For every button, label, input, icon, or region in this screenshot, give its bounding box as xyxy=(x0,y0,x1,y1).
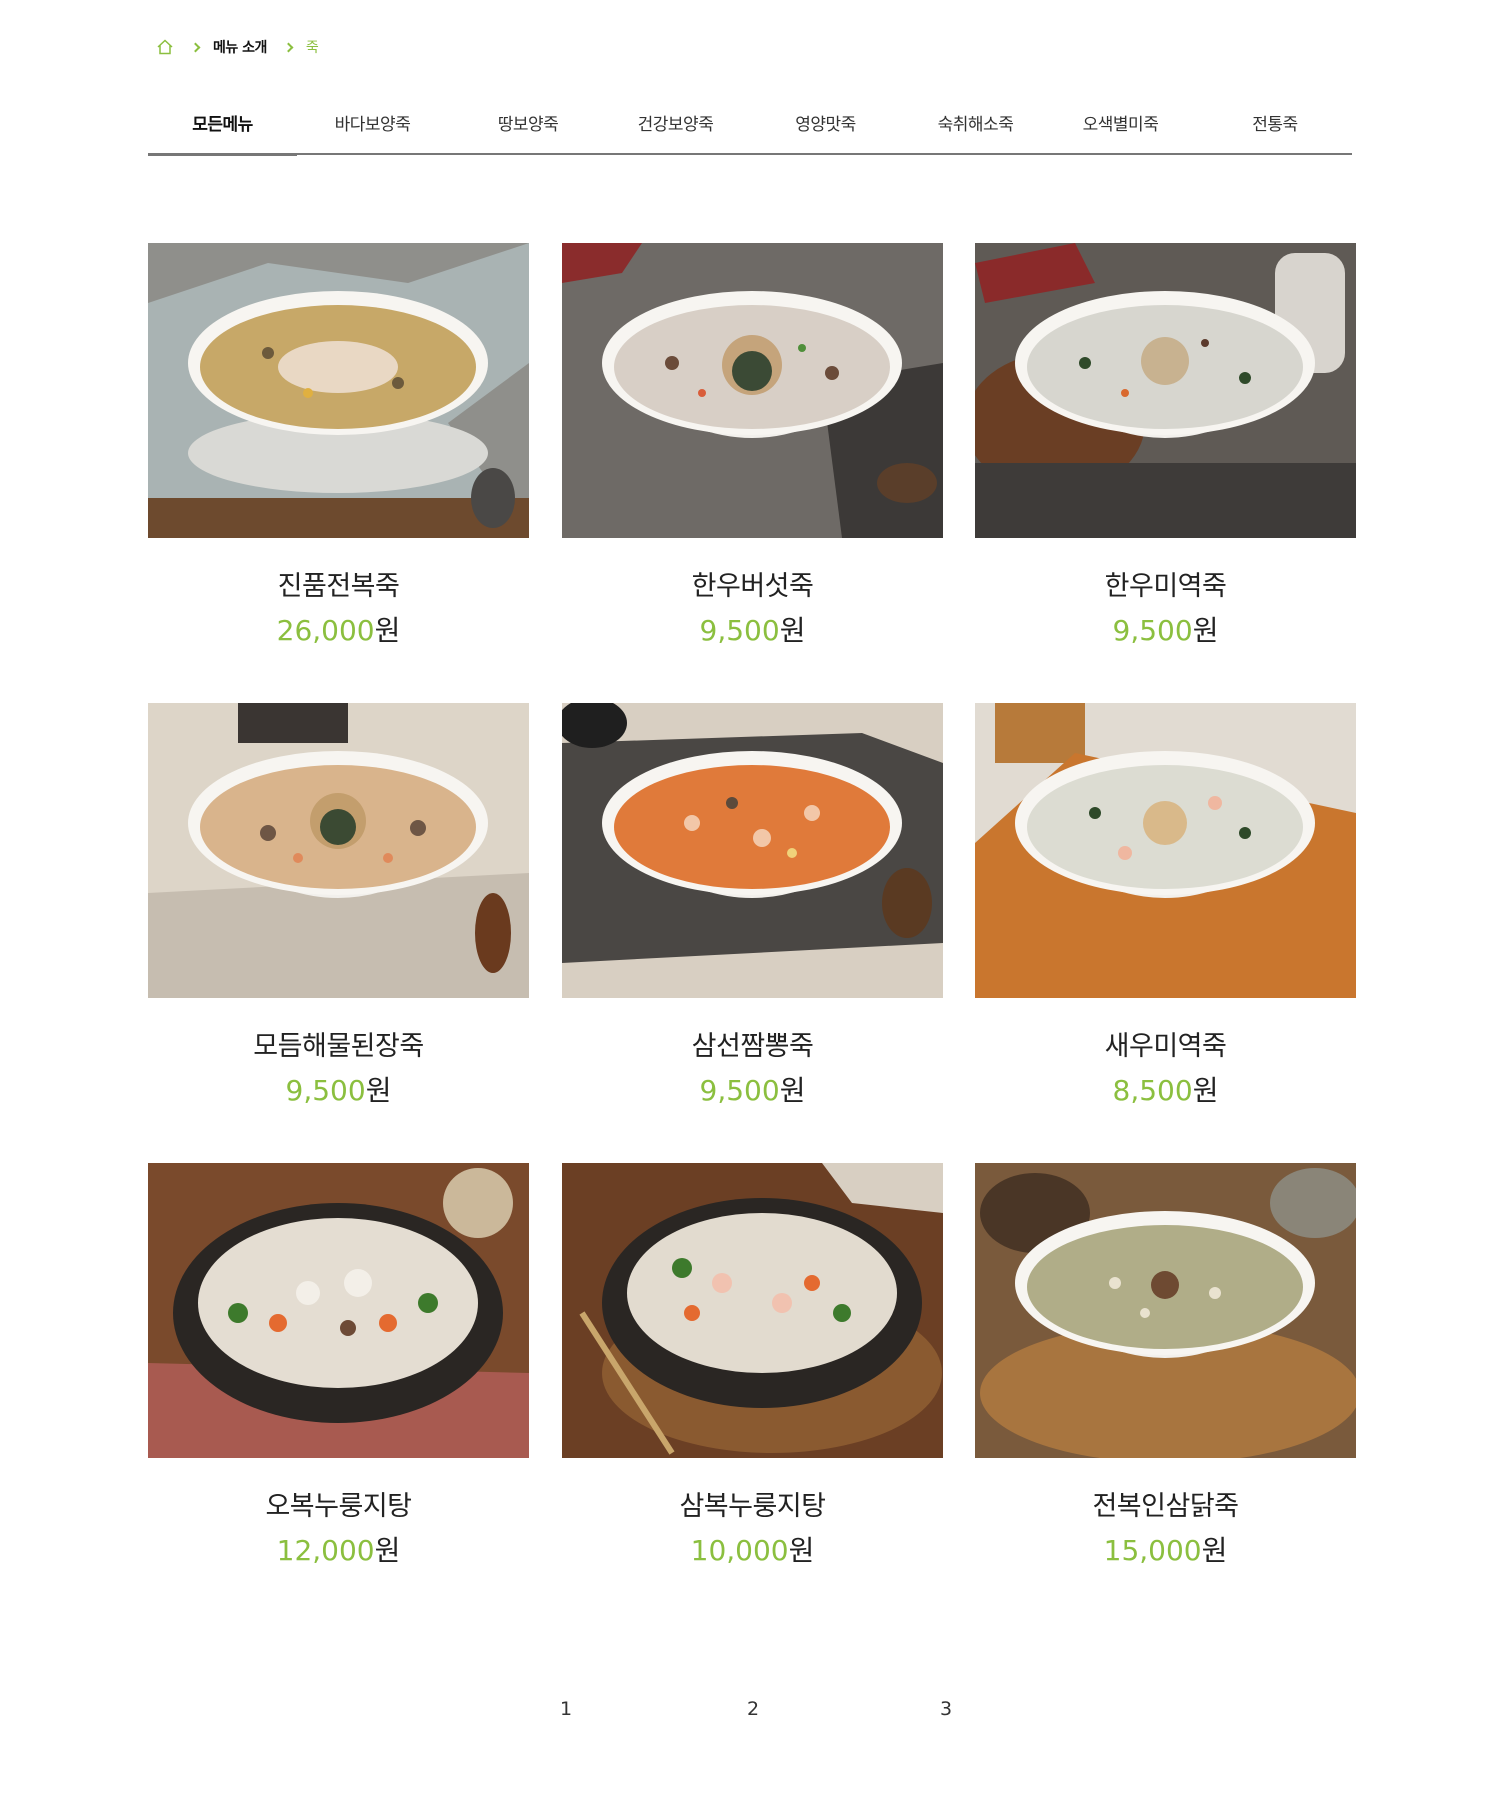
product-name[interactable]: 오복누룽지탕 xyxy=(148,1484,529,1523)
product-name[interactable]: 진품전복죽 xyxy=(148,564,529,603)
tab-land[interactable]: 땅보양죽 xyxy=(448,105,608,155)
product-price: 9,500원 xyxy=(699,614,806,647)
product-price: 15,000원 xyxy=(1103,1534,1228,1567)
product-image[interactable] xyxy=(562,243,943,538)
product-price: 8,500원 xyxy=(1112,1074,1219,1107)
tab-hangover[interactable]: 숙취해소죽 xyxy=(908,105,1043,155)
product-card[interactable]: 삼복누룽지탕 10,000원 xyxy=(562,1163,943,1569)
product-name[interactable]: 모듬해물된장죽 xyxy=(148,1024,529,1063)
product-image[interactable] xyxy=(562,703,943,998)
product-price: 26,000원 xyxy=(276,614,401,647)
product-card[interactable]: 한우버섯죽 9,500원 xyxy=(562,243,943,649)
product-name[interactable]: 삼선짬뽕죽 xyxy=(562,1024,943,1063)
tab-sea[interactable]: 바다보양죽 xyxy=(297,105,448,155)
product-card[interactable]: 전복인삼닭죽 15,000원 xyxy=(975,1163,1356,1569)
tab-nutrition[interactable]: 영양맛죽 xyxy=(743,105,908,155)
product-card[interactable]: 삼선짬뽕죽 9,500원 xyxy=(562,703,943,1109)
category-tabs: 모든메뉴 바다보양죽 땅보양죽 건강보양죽 영양맛죽 숙취해소죽 오색별미죽 전… xyxy=(148,105,1352,156)
product-card[interactable]: 새우미역죽 8,500원 xyxy=(975,703,1356,1109)
product-price: 12,000원 xyxy=(276,1534,401,1567)
pagination-page-2[interactable]: 2 xyxy=(747,1698,759,1720)
breadcrumb-item-menu[interactable]: 메뉴 소개 xyxy=(213,37,267,57)
product-name[interactable]: 전복인삼닭죽 xyxy=(975,1484,1356,1523)
product-card[interactable]: 오복누룽지탕 12,000원 xyxy=(148,1163,529,1569)
tab-colorful[interactable]: 오색별미죽 xyxy=(1043,105,1198,155)
product-price: 9,500원 xyxy=(699,1074,806,1107)
product-image[interactable] xyxy=(975,703,1356,998)
product-image[interactable] xyxy=(148,1163,529,1458)
product-image[interactable] xyxy=(562,1163,943,1458)
product-image[interactable] xyxy=(148,243,529,538)
product-image[interactable] xyxy=(148,703,529,998)
chevron-right-icon xyxy=(283,42,294,52)
product-price: 9,500원 xyxy=(285,1074,392,1107)
pagination-page-3[interactable]: 3 xyxy=(940,1698,952,1720)
product-name[interactable]: 삼복누룽지탕 xyxy=(562,1484,943,1523)
product-card[interactable]: 진품전복죽 26,000원 xyxy=(148,243,529,649)
tab-health[interactable]: 건강보양죽 xyxy=(608,105,743,155)
product-name[interactable]: 한우버섯죽 xyxy=(562,564,943,603)
breadcrumb: 메뉴 소개 죽 xyxy=(156,36,319,58)
product-image[interactable] xyxy=(975,243,1356,538)
pagination-page-1[interactable]: 1 xyxy=(560,1698,572,1720)
product-price: 9,500원 xyxy=(1112,614,1219,647)
tab-all-menu[interactable]: 모든메뉴 xyxy=(148,105,297,156)
product-price: 10,000원 xyxy=(690,1534,815,1567)
product-card[interactable]: 한우미역죽 9,500원 xyxy=(975,243,1356,649)
home-icon[interactable] xyxy=(156,38,174,56)
breadcrumb-item-current: 죽 xyxy=(305,40,319,56)
product-card[interactable]: 모듬해물된장죽 9,500원 xyxy=(148,703,529,1109)
product-name[interactable]: 한우미역죽 xyxy=(975,564,1356,603)
product-image[interactable] xyxy=(975,1163,1356,1458)
tab-traditional[interactable]: 전통죽 xyxy=(1198,105,1352,155)
chevron-right-icon xyxy=(190,42,201,52)
product-name[interactable]: 새우미역죽 xyxy=(975,1024,1356,1063)
